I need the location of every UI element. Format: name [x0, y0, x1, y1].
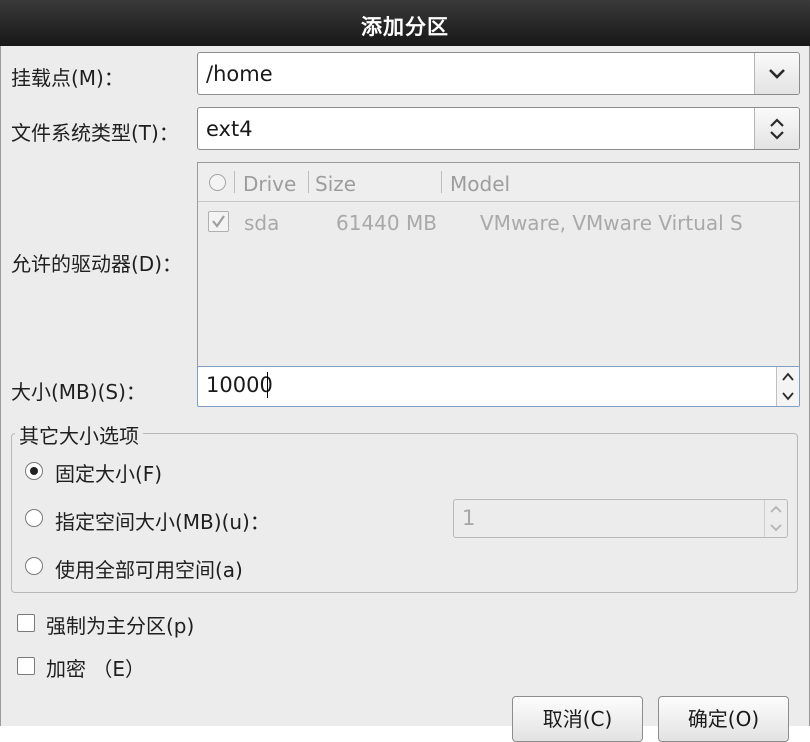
allowed-drives-label: 允许的驱动器(D)： — [11, 252, 183, 276]
fill-all-space-radio[interactable] — [25, 557, 43, 575]
column-separator — [441, 171, 442, 193]
fixed-size-radio[interactable] — [25, 462, 43, 480]
cancel-button[interactable]: 取消(C) — [512, 696, 643, 742]
size-spin-arrows[interactable] — [776, 367, 799, 406]
spin-down-icon[interactable] — [765, 519, 787, 537]
background-window-title — [270, 0, 540, 6]
add-partition-dialog: 挂载点(M)： /home 文件系统类型(T)： ext4 允许的驱动器(D)：… — [0, 46, 810, 742]
force-primary-label[interactable]: 强制为主分区(p) — [46, 610, 194, 639]
max-size-value[interactable]: 1 — [462, 506, 475, 530]
text-cursor — [267, 372, 268, 398]
fs-type-value[interactable]: ext4 — [206, 117, 253, 141]
mount-point-dropdown-button[interactable] — [754, 53, 799, 94]
spin-down-icon[interactable] — [777, 387, 799, 406]
chevron-down-icon — [769, 69, 785, 79]
drive-model: VMware, VMware Virtual S — [480, 211, 743, 235]
column-separator — [308, 171, 309, 193]
mount-point-value[interactable]: /home — [206, 62, 273, 86]
column-header-model[interactable]: Model — [450, 172, 510, 196]
force-primary-checkbox[interactable] — [17, 614, 35, 632]
size-label: 大小(MB)(S)： — [11, 380, 146, 404]
encrypt-checkbox[interactable] — [17, 657, 35, 675]
fs-type-label: 文件系统类型(T)： — [11, 121, 179, 145]
max-size-label[interactable]: 指定空间大小(MB)(u)： — [55, 506, 270, 535]
dialog-title: 添加分区 — [361, 15, 449, 39]
size-spinbox[interactable]: 10000 — [197, 366, 800, 407]
max-size-spin-arrows[interactable] — [764, 500, 787, 537]
size-options-title: 其它大小选项 — [15, 420, 143, 449]
drive-table-header: Drive Size Model — [198, 163, 799, 202]
mount-point-combo[interactable]: /home — [197, 52, 800, 95]
encrypt-label[interactable]: 加密 （E） — [46, 653, 145, 682]
select-column-radio-icon — [209, 174, 226, 191]
max-size-radio[interactable] — [25, 509, 43, 527]
fs-type-spinner-button[interactable] — [754, 108, 799, 149]
title-bar: 添加分区 — [0, 0, 810, 47]
fixed-size-label[interactable]: 固定大小(F) — [55, 458, 162, 487]
drive-size: 61440 MB — [336, 211, 437, 235]
checkmark-icon — [212, 215, 225, 228]
spin-up-icon[interactable] — [777, 368, 799, 387]
drive-name: sda — [244, 211, 280, 235]
fs-type-combo[interactable]: ext4 — [197, 107, 800, 150]
column-separator — [234, 171, 235, 193]
fill-all-space-label[interactable]: 使用全部可用空间(a) — [55, 554, 243, 583]
max-size-spinbox[interactable]: 1 — [453, 499, 788, 538]
column-header-drive[interactable]: Drive — [243, 172, 296, 196]
mount-point-label: 挂载点(M)： — [11, 66, 124, 90]
column-header-size[interactable]: Size — [315, 172, 356, 196]
size-value[interactable]: 10000 — [206, 373, 273, 397]
drive-row-checkbox[interactable] — [208, 211, 229, 232]
updown-icon — [770, 118, 784, 140]
ok-button[interactable]: 确定(O) — [658, 696, 789, 742]
spin-up-icon[interactable] — [765, 501, 787, 519]
